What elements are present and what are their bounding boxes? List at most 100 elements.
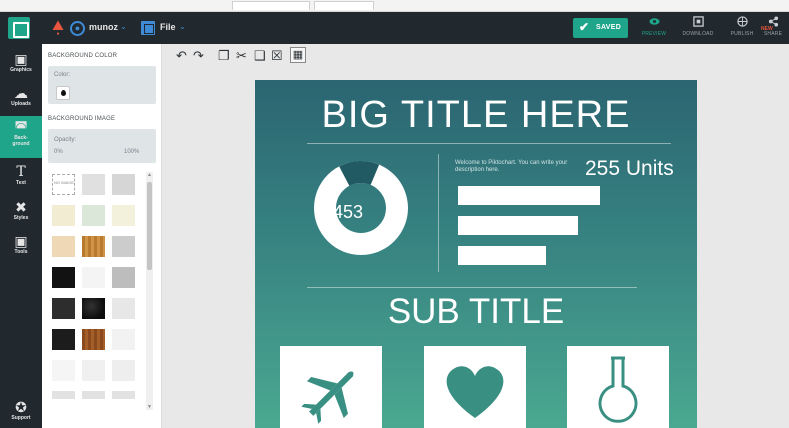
image-tile[interactable] <box>52 329 75 350</box>
image-tile[interactable] <box>112 329 135 350</box>
opacity-max[interactable]: 100% <box>124 149 139 155</box>
rail-item-graphics[interactable]: ▣ Graphics <box>0 48 42 86</box>
browser-tab[interactable] <box>314 1 374 10</box>
redo-icon[interactable]: ↷ <box>193 49 204 63</box>
units-label[interactable]: 255 Units <box>585 157 674 181</box>
preview-label: PREVIEW <box>641 31 667 37</box>
color-box: Color: <box>48 66 156 104</box>
download-button[interactable]: DOWNLOAD <box>678 15 718 43</box>
chevron-down-icon[interactable]: ⌄ <box>179 22 186 31</box>
toolbox-icon: ▣ <box>14 233 28 249</box>
image-tile[interactable] <box>52 236 75 257</box>
rail-item-background[interactable]: ◚ Back- ground <box>0 116 42 158</box>
opacity-min: 0% <box>54 149 63 155</box>
image-tile[interactable] <box>112 391 135 399</box>
divider-line <box>307 143 671 144</box>
copy-icon[interactable]: ❐ <box>218 49 230 63</box>
image-tile-grid: NO IMAGE <box>50 172 145 410</box>
image-tile[interactable] <box>112 360 135 381</box>
rail-item-text[interactable]: T Text <box>0 161 42 199</box>
file-menu[interactable]: File <box>160 22 176 32</box>
browser-tab[interactable] <box>232 1 310 10</box>
opacity-box: Opacity: 0% 100% <box>48 129 156 163</box>
trash-icon[interactable]: ☒ <box>271 49 283 63</box>
image-tile[interactable] <box>82 391 105 399</box>
image-tile[interactable] <box>52 298 75 319</box>
cut-icon[interactable]: ✂ <box>236 49 247 63</box>
paste-icon[interactable]: ❑ <box>254 49 266 63</box>
divider-line <box>307 287 637 288</box>
big-title[interactable]: BIG TITLE HERE <box>255 94 697 137</box>
airplane-icon <box>301 371 354 424</box>
rail-item-label: Graphics <box>10 67 32 73</box>
image-tile[interactable] <box>82 174 105 195</box>
rail-item-label: Tools <box>14 249 28 255</box>
grid-icon[interactable]: ▦ <box>290 47 306 63</box>
airplane-card[interactable] <box>280 346 382 428</box>
left-rail: ▣ Graphics ☁ Uploads ◚ Back- ground T Te… <box>0 44 42 428</box>
bg-image-title: BACKGROUND IMAGE <box>48 116 116 122</box>
background-icon: ◚ <box>14 119 28 135</box>
image-tile[interactable] <box>52 360 75 381</box>
pro-badge-icon[interactable]: ⛰ ● <box>48 18 68 39</box>
preview-button[interactable]: PREVIEW <box>634 15 674 43</box>
donut-value[interactable]: 453 <box>313 202 383 223</box>
description-text[interactable]: Welcome to Piktochart. You can write you… <box>455 160 579 174</box>
image-tile[interactable] <box>82 329 105 350</box>
bar-1[interactable] <box>458 186 600 205</box>
image-tile[interactable] <box>52 267 75 288</box>
rail-item-styles[interactable]: ✖ Styles <box>0 196 42 234</box>
image-tile[interactable] <box>82 205 105 226</box>
username[interactable]: munoz <box>89 22 118 32</box>
image-tile[interactable] <box>52 205 75 226</box>
top-bar: ⛰ ● ● munoz ⌄ File ⌄ ✔ SAVED PREVIEW DOWN… <box>0 12 789 44</box>
image-tile[interactable] <box>82 360 105 381</box>
check-icon: ✔ <box>579 20 590 34</box>
edit-toolbar: ↶ ↷ ❐ ✂ ❑ ☒ ▦ <box>162 44 789 70</box>
image-tile[interactable] <box>82 298 105 319</box>
scroll-down-icon[interactable]: ▼ <box>146 404 153 410</box>
image-tile[interactable] <box>112 205 135 226</box>
heart-card[interactable] <box>424 346 526 428</box>
rail-item-uploads[interactable]: ☁ Uploads <box>0 82 42 120</box>
rail-item-tools[interactable]: ▣ Tools <box>0 230 42 268</box>
image-tile[interactable] <box>112 298 135 319</box>
scroll-up-icon[interactable]: ▲ <box>146 172 153 178</box>
image-icon: ▣ <box>14 51 28 67</box>
download-label: DOWNLOAD <box>682 31 714 37</box>
publish-label: PUBLISH <box>730 31 754 37</box>
infographic-canvas[interactable]: BIG TITLE HERE 453 Welcome to Piktochart… <box>255 80 697 428</box>
rail-item-support[interactable]: ✪ Support <box>0 396 42 428</box>
undo-icon[interactable]: ↶ <box>176 49 187 63</box>
image-tile[interactable] <box>82 267 105 288</box>
saved-button-label: SAVED <box>596 24 622 31</box>
color-picker-swatch[interactable] <box>56 86 70 100</box>
file-icon[interactable] <box>141 21 155 35</box>
rail-item-label: Uploads <box>11 101 31 107</box>
logo-icon[interactable] <box>8 17 30 39</box>
bg-color-title: BACKGROUND COLOR <box>48 53 118 59</box>
chevron-down-icon[interactable]: ⌄ <box>120 22 127 31</box>
publish-button[interactable]: PUBLISH <box>722 15 762 43</box>
bar-2[interactable] <box>458 216 578 235</box>
image-tile[interactable] <box>82 236 105 257</box>
image-tile[interactable] <box>52 391 75 399</box>
eye-icon <box>648 18 660 25</box>
scrollbar-thumb[interactable] <box>147 182 152 270</box>
flask-card[interactable] <box>567 346 669 428</box>
saved-button[interactable]: ✔ SAVED <box>573 18 628 38</box>
tile-scrollbar[interactable]: ▲ ▼ <box>146 172 153 410</box>
no-image-tile[interactable]: NO IMAGE <box>52 174 75 195</box>
background-panel: BACKGROUND COLOR Color: BACKGROUND IMAGE… <box>42 44 162 428</box>
lifebuoy-icon: ✪ <box>15 399 27 415</box>
color-label: Color: <box>54 72 71 78</box>
flask-icon <box>598 356 638 423</box>
image-tile[interactable] <box>112 267 135 288</box>
user-avatar-icon[interactable]: ● <box>70 21 85 36</box>
image-tile[interactable] <box>112 174 135 195</box>
sub-title[interactable]: SUB TITLE <box>255 292 697 332</box>
vertical-divider <box>438 154 439 272</box>
bar-3[interactable] <box>458 246 546 265</box>
download-icon <box>692 16 704 27</box>
image-tile[interactable] <box>112 236 135 257</box>
